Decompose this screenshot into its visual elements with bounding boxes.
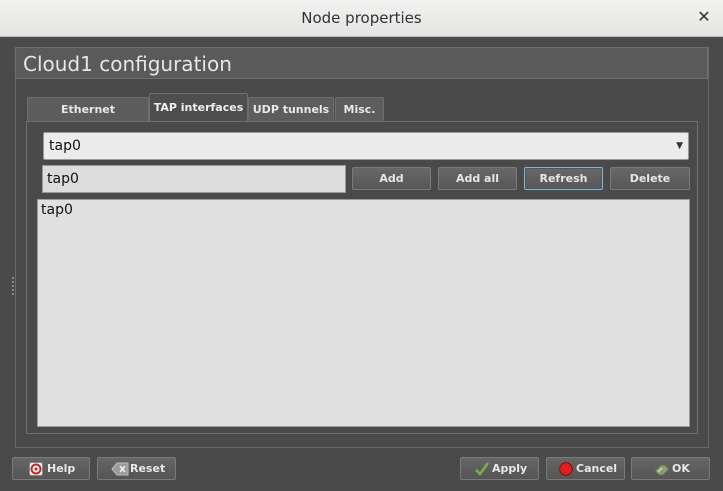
add-button[interactable]: Add — [352, 167, 431, 190]
ok-button[interactable]: OK — [631, 457, 710, 480]
cancel-button[interactable]: Cancel — [546, 457, 625, 480]
help-button[interactable]: Help — [12, 457, 90, 480]
help-icon — [29, 462, 43, 476]
add-all-button[interactable]: Add all — [438, 167, 517, 190]
list-item[interactable]: tap0 — [41, 202, 73, 218]
tab-misc[interactable]: Misc. — [335, 97, 384, 122]
cancel-icon — [559, 462, 573, 476]
dialog-content: Cloud1 configuration Ethernet interfaces… — [0, 37, 723, 491]
ok-button-label: OK — [672, 462, 690, 475]
reset-icon — [111, 462, 129, 476]
reset-button-label: Reset — [130, 462, 166, 475]
tap-interface-select[interactable]: tap0 ▼ — [43, 132, 689, 160]
title-bar: Node properties ✕ — [0, 0, 723, 37]
cancel-button-label: Cancel — [576, 462, 618, 475]
help-button-label: Help — [47, 462, 76, 475]
config-title: Cloud1 configuration — [15, 47, 708, 79]
reset-button[interactable]: Reset — [97, 457, 176, 480]
refresh-button-label: Refresh — [539, 172, 588, 185]
delete-button[interactable]: Delete — [610, 167, 690, 190]
apply-button-label: Apply — [492, 462, 528, 475]
tab-udp-tunnels[interactable]: UDP tunnels — [248, 97, 334, 122]
close-icon[interactable]: ✕ — [695, 8, 713, 26]
add-all-button-label: Add all — [455, 172, 500, 185]
ok-icon — [654, 464, 670, 476]
chevron-down-icon: ▼ — [676, 141, 683, 151]
resize-grip[interactable] — [12, 277, 14, 297]
tap-interface-select-value: tap0 — [49, 138, 81, 154]
apply-button[interactable]: Apply — [460, 457, 539, 480]
tap-interface-list[interactable]: tap0 — [37, 199, 690, 427]
add-button-label: Add — [379, 172, 404, 185]
refresh-button[interactable]: Refresh — [524, 167, 603, 190]
delete-button-label: Delete — [629, 172, 671, 185]
window-title: Node properties — [301, 9, 422, 27]
tap-interface-input[interactable]: tap0 — [42, 165, 346, 193]
apply-icon — [475, 462, 489, 476]
tab-tap-interfaces[interactable]: TAP interfaces — [149, 93, 248, 122]
tab-ethernet-interfaces[interactable]: Ethernet interfaces — [27, 97, 149, 139]
